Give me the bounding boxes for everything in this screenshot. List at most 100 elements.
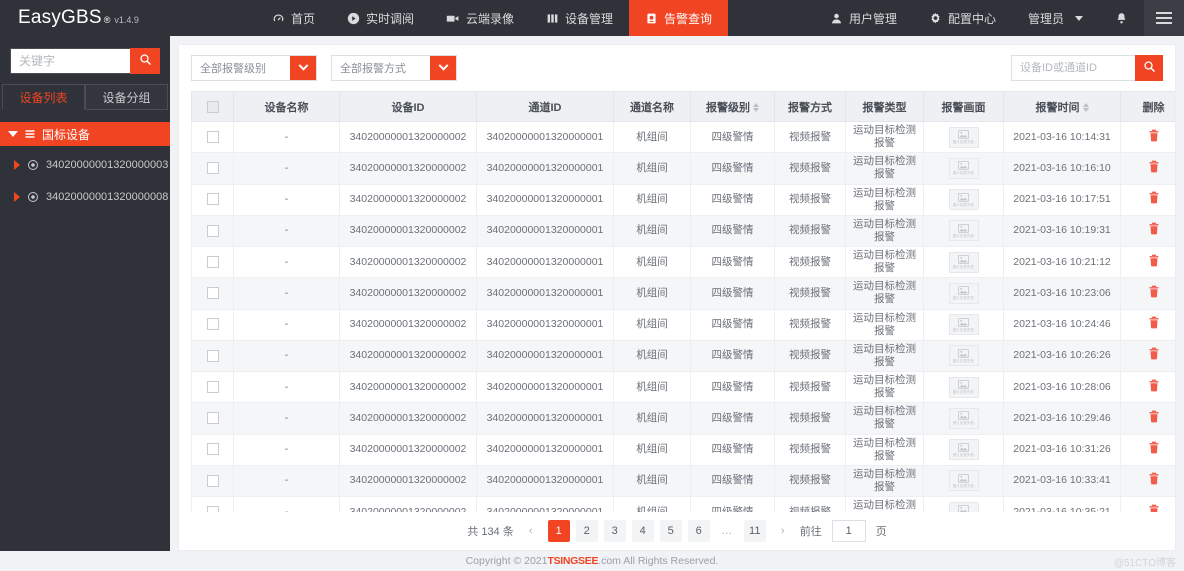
- delete-row-button[interactable]: [1148, 285, 1160, 298]
- broken-image-icon[interactable]: 图片加载失败: [948, 470, 979, 492]
- table-row[interactable]: -34020000001320000002 3402000000132000000…: [191, 214, 1175, 248]
- channel-id-cell: 34020000001320000001: [476, 214, 614, 248]
- notifications-button[interactable]: [1099, 0, 1144, 36]
- delete-row-button[interactable]: [1148, 472, 1160, 485]
- broken-image-icon[interactable]: 图片加载失败: [948, 407, 979, 429]
- broken-image-icon[interactable]: 图片加载失败: [948, 220, 979, 242]
- alarm-level-select[interactable]: 全部报警级别: [191, 55, 317, 81]
- nav-item-config-center-label: 配置中心: [947, 11, 996, 26]
- goto-page-input[interactable]: [831, 520, 866, 542]
- delete-row-button[interactable]: [1148, 129, 1160, 142]
- menu-toggle-button[interactable]: [1144, 0, 1184, 36]
- row-checkbox[interactable]: [206, 412, 219, 425]
- row-checkbox[interactable]: [206, 224, 219, 237]
- delete-row-button[interactable]: [1148, 504, 1160, 512]
- broken-image-icon[interactable]: 图片加载失败: [948, 439, 979, 461]
- chevron-down-icon[interactable]: [430, 56, 456, 80]
- broken-image-icon[interactable]: 图片加载失败: [948, 189, 979, 211]
- alarm-type-cell: 运动目标检测报警: [845, 495, 924, 512]
- page-button-6[interactable]: 6: [687, 520, 710, 542]
- row-checkbox[interactable]: [206, 443, 219, 456]
- page-button-3[interactable]: 3: [603, 520, 626, 542]
- nav-item-device-management[interactable]: 设备管理: [530, 0, 629, 36]
- page-button-2[interactable]: 2: [575, 520, 598, 542]
- next-page-button[interactable]: ›: [772, 520, 794, 542]
- app-logo[interactable]: EasyGBS ® v1.4.9: [0, 0, 170, 36]
- chevron-down-icon[interactable]: [290, 56, 316, 80]
- nav-item-home[interactable]: 首页: [256, 0, 331, 36]
- delete-row-button[interactable]: [1148, 254, 1160, 267]
- sidebar-search-input[interactable]: [10, 48, 130, 74]
- prev-page-button[interactable]: ‹: [520, 520, 542, 542]
- alarm-time-cell: 2021-03-16 10:26:26: [1003, 339, 1121, 373]
- delete-row-button[interactable]: [1148, 160, 1160, 173]
- tab-device-group[interactable]: 设备分组: [85, 84, 168, 110]
- id-search-input[interactable]: [1011, 55, 1135, 81]
- row-checkbox[interactable]: [206, 162, 219, 175]
- table-row[interactable]: -34020000001320000002 3402000000132000000…: [191, 152, 1175, 185]
- select-all-checkbox[interactable]: [206, 100, 219, 113]
- broken-image-icon[interactable]: 图片加载失败: [948, 345, 979, 367]
- page-button-4[interactable]: 4: [631, 520, 654, 542]
- broken-image-icon[interactable]: 图片加载失败: [948, 501, 979, 512]
- copyright-prefix: Copyright © 2021: [465, 555, 548, 567]
- delete-row-button[interactable]: [1148, 441, 1160, 454]
- nav-item-user-management[interactable]: 用户管理: [814, 0, 913, 36]
- broken-image-icon[interactable]: 图片加载失败: [948, 282, 979, 304]
- table-row[interactable]: -34020000001320000002 3402000000132000000…: [191, 308, 1175, 341]
- nav-item-cloud-recording[interactable]: 云端录像: [430, 0, 530, 36]
- delete-row-button[interactable]: [1148, 379, 1160, 392]
- nav-item-config-center[interactable]: 配置中心: [913, 0, 1012, 36]
- row-checkbox[interactable]: [206, 287, 219, 300]
- delete-row-button[interactable]: [1148, 222, 1160, 235]
- tree-node-device[interactable]: 34020000001320000003: [0, 152, 170, 178]
- table-row[interactable]: -34020000001320000002 3402000000132000000…: [191, 495, 1175, 512]
- broken-image-icon[interactable]: 图片加载失败: [948, 376, 979, 398]
- delete-row-button[interactable]: [1148, 316, 1160, 329]
- table-row[interactable]: -34020000001320000002 3402000000132000000…: [191, 433, 1175, 466]
- table-row[interactable]: -34020000001320000002 3402000000132000000…: [191, 120, 1175, 154]
- nav-item-live-view[interactable]: 实时调阅: [331, 0, 430, 36]
- page-button-11[interactable]: 11: [743, 520, 766, 542]
- id-search-button[interactable]: [1135, 55, 1163, 81]
- sidebar-search-button[interactable]: [130, 48, 160, 74]
- account-menu[interactable]: 管理员: [1012, 0, 1099, 36]
- alarm-time-cell: 2021-03-16 10:16:10: [1003, 152, 1121, 185]
- device-id-cell: 34020000001320000002: [339, 308, 477, 341]
- row-checkbox[interactable]: [206, 474, 219, 487]
- row-checkbox[interactable]: [206, 318, 219, 331]
- tab-device-list[interactable]: 设备列表: [2, 84, 85, 110]
- column-alarm-time[interactable]: 报警时间: [1003, 91, 1121, 122]
- broken-image-icon[interactable]: 图片加载失败: [948, 314, 979, 336]
- table-row[interactable]: -34020000001320000002 3402000000132000000…: [191, 183, 1175, 216]
- table-row[interactable]: -34020000001320000002 3402000000132000000…: [191, 464, 1175, 498]
- row-checkbox[interactable]: [206, 193, 219, 206]
- table-row[interactable]: -34020000001320000002 3402000000132000000…: [191, 402, 1175, 435]
- nav-item-alarm-query[interactable]: 告警查询: [629, 0, 729, 36]
- alarm-method-select[interactable]: 全部报警方式: [331, 55, 457, 81]
- table-row[interactable]: -34020000001320000002 3402000000132000000…: [191, 277, 1175, 310]
- column-alarm-level[interactable]: 报警级别: [690, 91, 775, 122]
- row-select-cell: [191, 308, 234, 341]
- table-row[interactable]: -34020000001320000002 3402000000132000000…: [191, 339, 1175, 373]
- page-button-5[interactable]: 5: [659, 520, 682, 542]
- row-checkbox[interactable]: [206, 380, 219, 393]
- sort-icon[interactable]: [1082, 103, 1089, 113]
- row-checkbox[interactable]: [206, 255, 219, 268]
- broken-image-icon[interactable]: 图片加载失败: [948, 251, 979, 273]
- tree-root-national-standard-devices[interactable]: 国标设备: [0, 122, 170, 146]
- table-row[interactable]: -34020000001320000002 3402000000132000000…: [191, 245, 1175, 279]
- page-button-1[interactable]: 1: [547, 520, 570, 542]
- sort-icon[interactable]: [753, 103, 759, 113]
- table-row[interactable]: -34020000001320000002 3402000000132000000…: [191, 370, 1175, 404]
- row-checkbox[interactable]: [206, 130, 219, 143]
- broken-image-icon[interactable]: 图片加载失败: [948, 126, 979, 148]
- delete-row-button[interactable]: [1148, 191, 1160, 204]
- tree-node-device[interactable]: 34020000001320000008: [0, 184, 170, 210]
- row-select-cell: [191, 339, 234, 373]
- delete-row-button[interactable]: [1148, 410, 1160, 423]
- broken-image-icon[interactable]: 图片加载失败: [948, 157, 979, 179]
- channel-id-cell: 34020000001320000001: [476, 402, 614, 435]
- delete-row-button[interactable]: [1148, 347, 1160, 360]
- row-checkbox[interactable]: [206, 349, 219, 362]
